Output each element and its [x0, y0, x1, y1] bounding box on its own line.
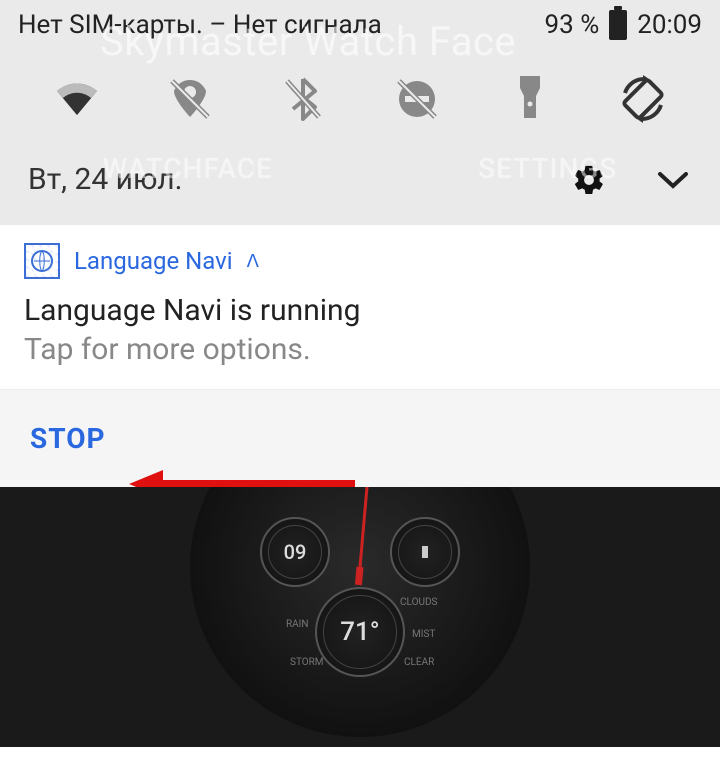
- notification-subtitle: Tap for more options.: [24, 332, 696, 367]
- wifi-icon: [53, 79, 101, 119]
- do-not-disturb-off-icon: [393, 75, 441, 123]
- bluetooth-off-icon: [281, 75, 325, 123]
- notification-header[interactable]: Language Navi ᐱ: [24, 243, 696, 279]
- auto-rotate-icon: [617, 73, 669, 125]
- notification-actions: STOP: [0, 390, 720, 487]
- battery-percentage: 93 %: [545, 10, 600, 40]
- watch-face: MON TUE WED THU FRI 09 71° RAIN CLOUDS M…: [190, 487, 530, 737]
- data-toggle[interactable]: [157, 66, 223, 132]
- quick-settings-row: [0, 46, 720, 152]
- dnd-toggle[interactable]: [384, 66, 450, 132]
- notification-collapse-caret-icon[interactable]: ᐱ: [247, 251, 259, 272]
- notification-shade: Нет SIM-карты. – Нет сигнала 93 % 20:09: [0, 0, 720, 225]
- notification-app-name: Language Navi: [74, 247, 233, 275]
- stop-button[interactable]: STOP: [30, 422, 106, 455]
- battery-icon: [609, 10, 627, 40]
- bluetooth-toggle[interactable]: [270, 66, 336, 132]
- gear-icon: [572, 163, 606, 197]
- settings-button[interactable]: [572, 163, 606, 197]
- date-label: Вт, 24 июл.: [28, 162, 183, 197]
- chevron-down-icon: [656, 170, 690, 190]
- watch-weather-labels: RAIN CLOUDS MIST CLEAR STORM: [190, 487, 530, 737]
- notification-title: Language Navi is running: [24, 293, 696, 328]
- network-status-text: Нет SIM-карты. – Нет сигнала: [18, 10, 382, 40]
- clock: 20:09: [637, 10, 702, 40]
- flashlight-toggle[interactable]: [497, 66, 563, 132]
- cellular-data-off-icon: [166, 75, 214, 123]
- language-navi-app-icon: [24, 243, 60, 279]
- status-bar: Нет SIM-карты. – Нет сигнала 93 % 20:09: [0, 0, 720, 46]
- quick-settings-footer: Вт, 24 июл.: [0, 152, 720, 225]
- flashlight-icon: [512, 74, 548, 124]
- background-watch-preview: MON TUE WED THU FRI 09 71° RAIN CLOUDS M…: [0, 487, 720, 747]
- wifi-toggle[interactable]: [44, 66, 110, 132]
- expand-shade-button[interactable]: [656, 170, 690, 190]
- auto-rotate-toggle[interactable]: [610, 66, 676, 132]
- notification-card[interactable]: Language Navi ᐱ Language Navi is running…: [0, 225, 720, 390]
